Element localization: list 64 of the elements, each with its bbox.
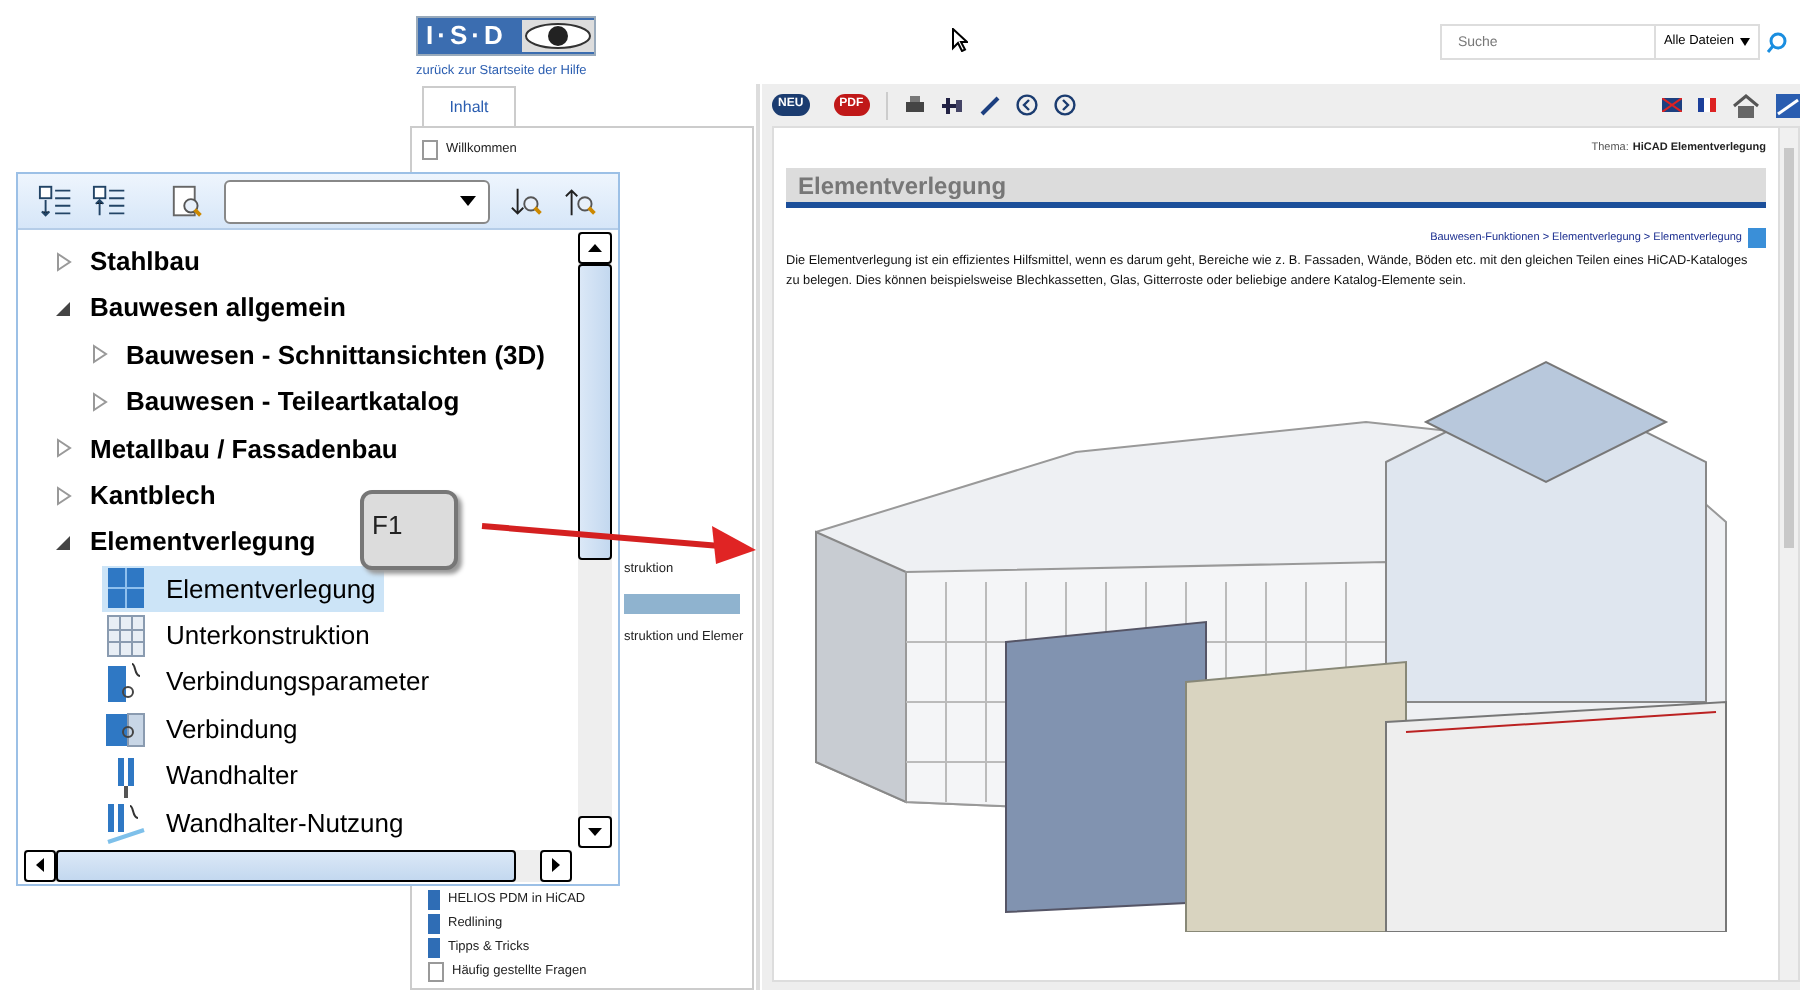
up-arrow-icon bbox=[588, 244, 602, 252]
collapse-all-icon[interactable] bbox=[92, 183, 127, 219]
scroll-left-button[interactable] bbox=[24, 849, 56, 881]
expand-triangle-icon[interactable] bbox=[92, 344, 108, 365]
dropdown-arrow-icon bbox=[459, 196, 476, 206]
tree-item[interactable]: Wandhalter-Nutzung bbox=[102, 799, 412, 846]
grid-icon bbox=[102, 613, 150, 658]
print-icon[interactable] bbox=[903, 95, 926, 115]
expand-triangle-icon[interactable] bbox=[56, 438, 72, 459]
tree-item[interactable]: Stahlbau bbox=[90, 241, 200, 281]
key-cap: F1 bbox=[360, 490, 458, 570]
scroll-down-button[interactable] bbox=[578, 816, 612, 848]
scrollbar[interactable] bbox=[1778, 128, 1798, 980]
pen-icon[interactable] bbox=[979, 95, 1000, 115]
scroll-up-button[interactable] bbox=[578, 232, 612, 264]
tree-item[interactable]: Unterkonstruktion bbox=[102, 612, 378, 659]
collapse-triangle-icon[interactable] bbox=[56, 298, 72, 319]
search-icon bbox=[1765, 31, 1787, 53]
scroll-right-button[interactable] bbox=[540, 849, 572, 881]
home-icon[interactable] bbox=[1732, 93, 1760, 117]
tree-item[interactable]: Bauwesen - Teileartkatalog bbox=[126, 382, 460, 422]
right-arrow-icon bbox=[552, 858, 560, 872]
tree-item[interactable]: Bauwesen - Schnittansichten (3D) bbox=[126, 335, 545, 375]
scrollbar-thumb[interactable] bbox=[578, 264, 612, 560]
tree-item[interactable]: Elementverlegung bbox=[90, 522, 316, 562]
logo[interactable]: I·S·D bbox=[416, 16, 596, 56]
horizontal-scrollbar[interactable] bbox=[24, 849, 572, 881]
plus-grid-icon[interactable] bbox=[941, 95, 964, 115]
tree-item[interactable]: Kantblech bbox=[90, 475, 216, 515]
logo-icon[interactable] bbox=[1776, 93, 1800, 117]
search-page-icon[interactable] bbox=[170, 183, 205, 219]
page-icon bbox=[422, 140, 438, 160]
find-down-icon[interactable] bbox=[509, 183, 544, 219]
back-icon[interactable] bbox=[1015, 94, 1038, 116]
page-icon bbox=[428, 962, 444, 982]
panel-icon bbox=[102, 566, 150, 611]
expand-all-icon[interactable] bbox=[38, 183, 73, 219]
scrollbar-thumb[interactable] bbox=[1784, 148, 1794, 548]
tree-item[interactable]: Elementverlegung bbox=[102, 565, 384, 612]
caret-icon bbox=[1740, 38, 1750, 46]
expand-triangle-icon[interactable] bbox=[56, 251, 72, 272]
flag-icon[interactable] bbox=[1698, 98, 1716, 112]
vertical-scrollbar[interactable] bbox=[578, 232, 612, 848]
panel-icon bbox=[102, 707, 150, 752]
expand-triangle-icon[interactable] bbox=[56, 485, 72, 506]
tree-item[interactable]: Bauwesen allgemein bbox=[90, 288, 346, 328]
tree-item[interactable]: Verbindungsparameter bbox=[102, 659, 438, 706]
tree-item[interactable]: Verbindung bbox=[102, 706, 306, 753]
mouse-cursor-icon bbox=[952, 28, 968, 52]
scrollbar-thumb[interactable] bbox=[56, 849, 516, 881]
down-arrow-icon bbox=[588, 828, 602, 836]
panel-icon bbox=[102, 800, 150, 845]
tree-item[interactable]: Wandhalter bbox=[102, 752, 306, 799]
tree-item[interactable]: Metallbau / Fassadenbau bbox=[90, 429, 398, 468]
collapse-triangle-icon[interactable] bbox=[56, 532, 72, 553]
forward-icon[interactable] bbox=[1053, 94, 1076, 116]
expand-triangle-icon[interactable] bbox=[92, 391, 108, 412]
tab[interactable]: Inhalt bbox=[422, 86, 516, 126]
page-heading: Elementverlegung bbox=[786, 168, 1766, 209]
windows-icon bbox=[1748, 228, 1766, 249]
search-combobox[interactable] bbox=[224, 179, 490, 223]
find-up-icon[interactable] bbox=[563, 183, 599, 219]
left-arrow-icon bbox=[36, 858, 44, 872]
eye-icon bbox=[522, 20, 594, 52]
